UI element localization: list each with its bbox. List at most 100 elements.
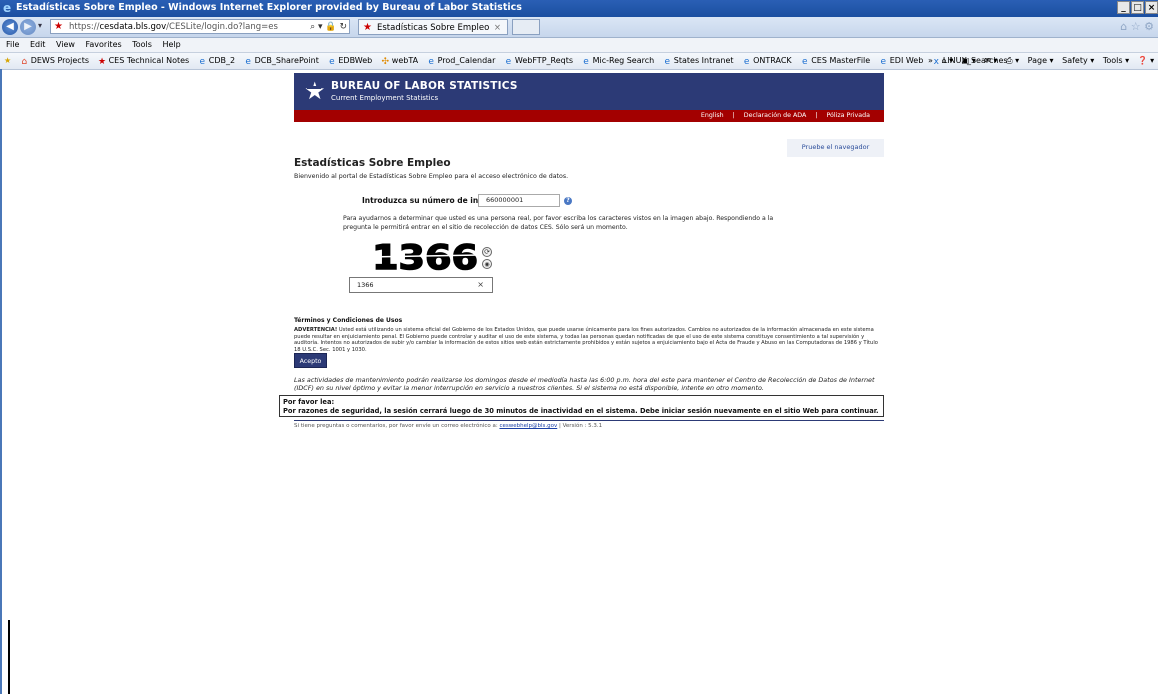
favorite-label: webTA — [391, 56, 419, 65]
favorite-webta[interactable]: ✣ webTA — [381, 53, 419, 69]
menu-view[interactable]: View — [56, 38, 75, 52]
site-favicon-icon: ★ — [54, 21, 63, 32]
favorite-label: EDBWeb — [338, 56, 373, 65]
minimize-button[interactable]: _ — [1117, 1, 1130, 14]
accept-button[interactable]: Acepto — [294, 353, 327, 368]
top-links: English | Declaración de ADA | Póliza Privad… — [701, 110, 870, 122]
favorite-label: ONTRACK — [753, 56, 792, 65]
link-separator: | — [732, 112, 735, 119]
banner-title: BUREAU OF LABOR STATISTICS — [331, 80, 518, 92]
url-path: /CESLite/login.do?lang=es — [166, 22, 278, 32]
top-links-bar: English | Declaración de ADA | Póliza Privad… — [294, 110, 884, 122]
favorite-icon: e — [505, 57, 512, 67]
forward-arrow-icon[interactable]: ▶ — [20, 19, 36, 35]
address-bar-tools[interactable]: ⌕ ▾ 🔒 ↻ — [310, 20, 347, 35]
version-text: | Versión : 5.3.1 — [557, 423, 603, 429]
favorite-dcb-sharepoint[interactable]: e DCB_SharePoint — [244, 53, 319, 69]
favorite-label: WebFTP_Reqts — [514, 56, 574, 65]
banner-subtitle: Current Employment Statistics — [331, 94, 439, 102]
back-arrow-icon[interactable]: ◀ — [2, 19, 18, 35]
favorites-star-icon[interactable]: ★ — [4, 53, 11, 69]
page-menu-button[interactable]: Page ▾ — [1028, 53, 1054, 69]
window-title: Estadísticas Sobre Empleo - Windows Inte… — [16, 2, 522, 13]
favorite-label: EDI Web — [889, 56, 924, 65]
favorite-ces-technical-notes[interactable]: ★ CES Technical Notes — [98, 53, 190, 69]
tab-favicon-icon: ★ — [363, 22, 372, 33]
link-separator: | — [815, 112, 818, 119]
favorite-cdb-2[interactable]: e CDB_2 — [198, 53, 235, 69]
maximize-button[interactable]: □ — [1131, 1, 1144, 14]
link-ada[interactable]: Declaración de ADA — [744, 112, 807, 119]
help-icon[interactable]: ? — [564, 197, 572, 205]
bls-logo-swoosh — [307, 86, 321, 89]
home-dropdown-button[interactable]: ⌂ ▾ — [941, 53, 953, 69]
warning-label: ADVERTENCIA! — [294, 327, 338, 333]
clear-input-icon[interactable]: × — [477, 278, 484, 292]
captcha-answer-value: 1366 — [357, 281, 374, 289]
address-bar[interactable]: ★ https://cesdata.bls.gov/CESLite/login.… — [50, 19, 350, 34]
test-browser-link[interactable]: Pruebe el navegador — [787, 139, 884, 157]
favorite-icon: ✣ — [381, 57, 390, 67]
favorite-icon: e — [743, 57, 750, 67]
favorite-icon: e — [664, 57, 671, 67]
screen-edge-divider — [8, 620, 10, 694]
captcha-answer-input[interactable]: 1366 × — [349, 277, 493, 293]
favorite-label: DCB_SharePoint — [254, 56, 319, 65]
tab-close-icon[interactable]: × — [494, 20, 501, 36]
address-url[interactable]: https://cesdata.bls.gov/CESLite/login.do… — [69, 20, 278, 35]
tab-label: Estadísticas Sobre Empleo — [377, 23, 490, 33]
url-domain: cesdata.bls.gov — [99, 22, 167, 32]
favorite-webftp-reqts[interactable]: e WebFTP_Reqts — [504, 53, 573, 69]
internet-explorer-icon: e — [3, 1, 12, 15]
menu-tools[interactable]: Tools — [132, 38, 152, 52]
favorite-icon: e — [245, 57, 251, 67]
history-dropdown-icon[interactable]: ▾ — [38, 21, 42, 30]
terms-title: Términos y Condiciones de Usos — [294, 317, 403, 324]
command-overflow-chevron-icon[interactable]: » — [928, 53, 933, 69]
favorite-label: Prod_Calendar — [437, 56, 496, 65]
link-english[interactable]: English — [701, 112, 724, 119]
notice-heading: Por favor lea: — [283, 398, 335, 406]
favorite-ontrack[interactable]: e ONTRACK — [742, 53, 792, 69]
favorite-icon: e — [583, 57, 589, 67]
favorite-icon: e — [880, 57, 886, 67]
mail-dropdown-button[interactable]: ✉ ▾ — [984, 53, 997, 69]
favorite-mic-reg-search[interactable]: e Mic-Reg Search — [582, 53, 654, 69]
link-privacy[interactable]: Póliza Privada — [826, 112, 870, 119]
captcha-audio-icon[interactable]: ◉ — [482, 259, 492, 269]
bls-logo-star-icon: ★ — [304, 77, 326, 105]
favorite-icon: e — [801, 57, 808, 67]
captcha-refresh-icon[interactable]: ⟳ — [482, 247, 492, 257]
welcome-text: Bienvenido al portal de Estadísticas Sob… — [294, 173, 569, 180]
tools-menu-button[interactable]: Tools ▾ — [1103, 53, 1129, 69]
home-favorites-gear-icons[interactable]: ⌂ ☆ ⚙ — [1120, 20, 1154, 33]
favorite-edi-web[interactable]: e EDI Web — [879, 53, 924, 69]
favorite-prod-calendar[interactable]: e Prod_Calendar — [427, 53, 496, 69]
favorite-states-intranet[interactable]: e States Intranet — [663, 53, 734, 69]
safety-menu-button[interactable]: Safety ▾ — [1062, 53, 1094, 69]
favorite-dews-projects[interactable]: ⌂ DEWS Projects — [20, 53, 89, 69]
favorite-label: States Intranet — [673, 56, 734, 65]
favorite-label: DEWS Projects — [30, 56, 90, 65]
address-toolbar: ◀ ▶ ▾ ★ https://cesdata.bls.gov/CESLite/… — [0, 17, 1158, 38]
window-title-bar: e Estadísticas Sobre Empleo - Windows In… — [0, 0, 1158, 17]
print-dropdown-button[interactable]: ⎙ ▾ — [1006, 53, 1019, 69]
menu-edit[interactable]: Edit — [30, 38, 46, 52]
favorite-label: CES Technical Notes — [108, 56, 190, 65]
help-menu-button[interactable]: ❓ ▾ — [1138, 53, 1155, 69]
tab-estadisticas[interactable]: ★ Estadísticas Sobre Empleo × — [358, 19, 508, 35]
support-email-link[interactable]: ceswebhelp@bls.gov — [499, 423, 557, 429]
footer-divider — [294, 420, 884, 421]
feeds-dropdown-button[interactable]: ▣ ▾ — [962, 53, 976, 69]
close-window-button[interactable]: × — [1145, 1, 1158, 14]
new-tab-button[interactable] — [512, 19, 540, 35]
menu-favorites[interactable]: Favorites — [86, 38, 122, 52]
favorite-edbweb[interactable]: e EDBWeb — [327, 53, 372, 69]
favorites-bar: ★ ⌂ DEWS Projects ★ CES Technical Notes eC… — [0, 53, 1158, 70]
menu-help[interactable]: Help — [162, 38, 180, 52]
favorite-label: CES MasterFile — [811, 56, 871, 65]
warning-text: Usted está utilizando un sistema oficial… — [294, 327, 878, 353]
ces-number-input[interactable]: 660000001 — [478, 194, 560, 207]
favorite-ces-masterfile[interactable]: e CES MasterFile — [800, 53, 870, 69]
menu-file[interactable]: File — [6, 38, 19, 52]
